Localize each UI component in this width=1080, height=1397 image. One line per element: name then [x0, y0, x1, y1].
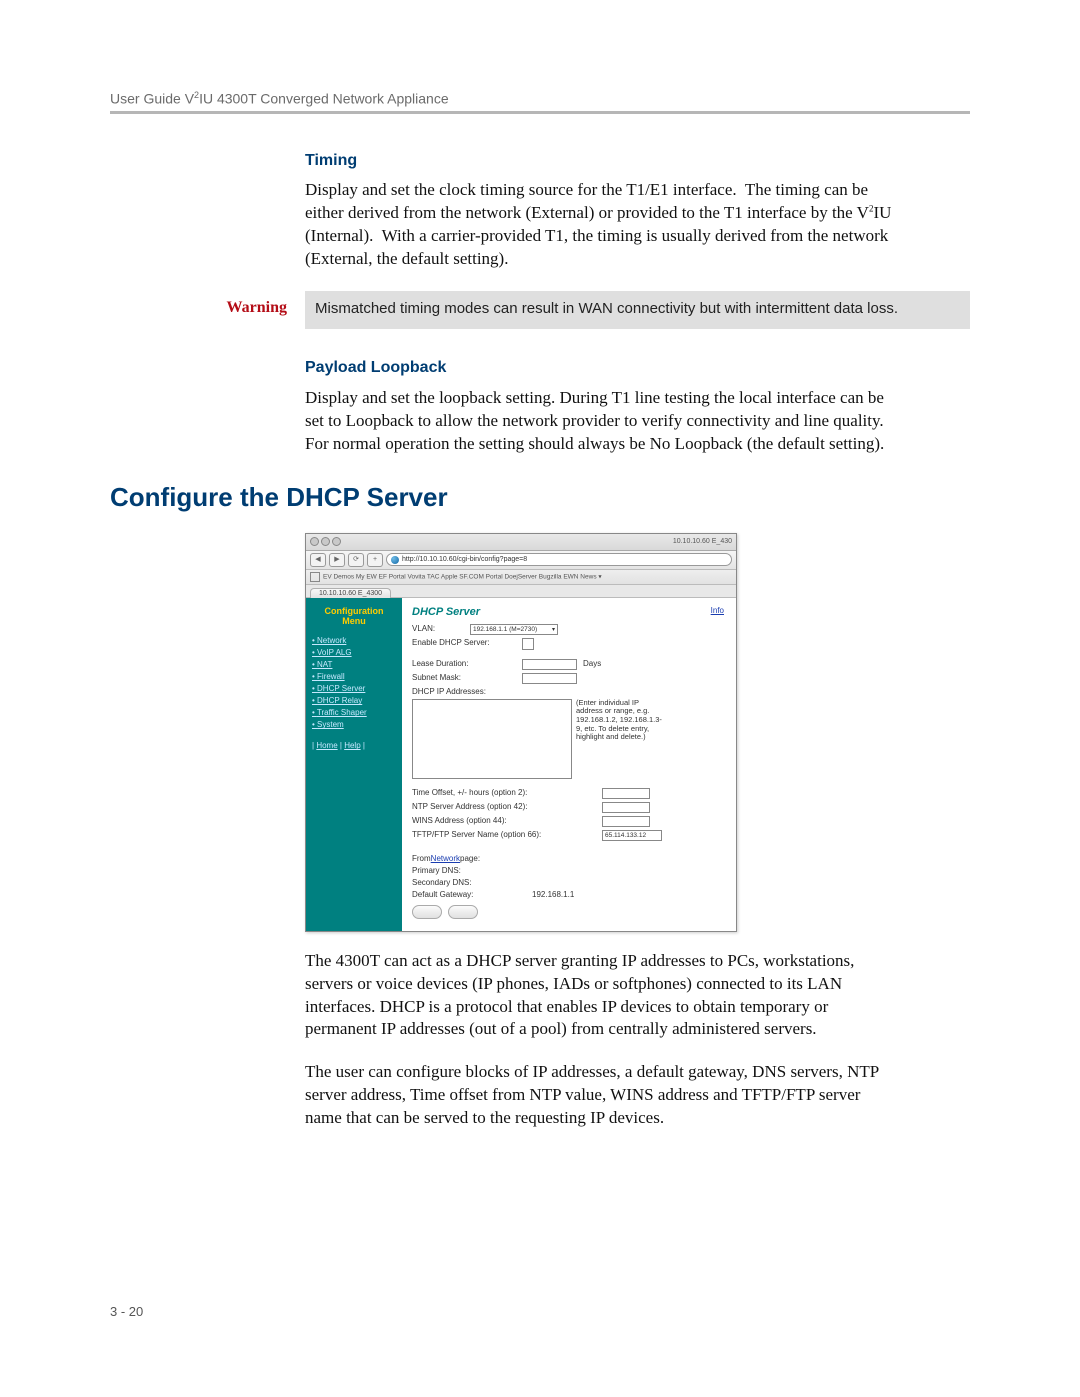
dhcp-body-2: The user can configure blocks of IP addr… — [305, 1061, 895, 1130]
lease-unit: Days — [583, 659, 601, 668]
warning-label: Warning — [110, 291, 305, 317]
bookmarks-bar[interactable]: EV Demos My EW EF Portal Vovita TAC Appl… — [306, 570, 736, 585]
network-page-link[interactable]: Network — [431, 854, 460, 863]
url-text: http://10.10.10.60/cgi-bin/config?page=8 — [402, 556, 527, 563]
lease-label: Lease Duration: — [412, 659, 522, 668]
subnet-input[interactable] — [522, 673, 577, 684]
sidebar-item-nat[interactable]: NAT — [312, 659, 396, 671]
opt66-input[interactable]: 65.114.133.12 — [602, 830, 662, 841]
globe-icon — [391, 556, 399, 564]
gateway-label: Default Gateway: — [412, 890, 532, 899]
payload-body: Display and set the loopback setting. Du… — [305, 387, 895, 456]
info-link[interactable]: Info — [711, 606, 724, 615]
config-main: Info DHCP Server VLAN: 192.168.1.1 (M=27… — [402, 598, 736, 931]
sidebar-footer: | Home | Help | — [312, 741, 396, 750]
subnet-label: Subnet Mask: — [412, 673, 522, 682]
addr-label: DHCP IP Addresses: — [412, 687, 522, 696]
reload-button[interactable]: ⟳ — [348, 553, 364, 567]
opt44-label: WINS Address (option 44): — [412, 816, 602, 825]
warning-box: Mismatched timing modes can result in WA… — [305, 291, 970, 329]
back-button[interactable]: ◀ — [310, 553, 326, 567]
page-number: 3 - 20 — [110, 1304, 143, 1319]
dhcp-heading: Configure the DHCP Server — [110, 482, 970, 513]
sidebar-item-traffic-shaper[interactable]: Traffic Shaper — [312, 707, 396, 719]
from-network-line: From Network page: — [412, 854, 728, 863]
dhcp-body-1: The 4300T can act as a DHCP server grant… — [305, 950, 895, 1042]
opt2-input[interactable] — [602, 788, 650, 799]
sidebar-help-link[interactable]: Help — [344, 741, 360, 750]
embedded-screenshot: 10.10.10.60 E_430 ◀ ▶ ⟳ + http://10.10.1… — [305, 533, 970, 932]
config-sidebar: ConfigurationMenu Network VoIP ALG NAT F… — [306, 598, 402, 931]
sidebar-item-firewall[interactable]: Firewall — [312, 671, 396, 683]
warning-row: Warning Mismatched timing modes can resu… — [110, 291, 970, 329]
browser-titlebar: 10.10.10.60 E_430 — [306, 534, 736, 551]
opt66-label: TFTP/FTP Server Name (option 66): — [412, 830, 602, 839]
opt42-label: NTP Server Address (option 42): — [412, 802, 602, 811]
opt42-input[interactable] — [602, 802, 650, 813]
gateway-value: 192.168.1.1 — [532, 890, 574, 899]
addr-textarea[interactable] — [412, 699, 572, 779]
opt2-label: Time Offset, +/- hours (option 2): — [412, 788, 602, 797]
timing-body: Display and set the clock timing source … — [305, 179, 895, 271]
vlan-select[interactable]: 192.168.1.1 (M=2730)▾ — [470, 624, 558, 635]
zoom-dot-icon[interactable] — [332, 537, 341, 546]
submit-button[interactable] — [412, 905, 442, 919]
reset-button[interactable] — [448, 905, 478, 919]
primary-dns-label: Primary DNS: — [412, 866, 461, 875]
sidebar-item-dhcp-server[interactable]: DHCP Server — [312, 683, 396, 695]
window-controls[interactable] — [310, 537, 341, 546]
add-button[interactable]: + — [367, 553, 383, 567]
minimize-dot-icon[interactable] — [321, 537, 330, 546]
lease-input[interactable] — [522, 659, 577, 670]
page-header: User Guide V2IU 4300T Converged Network … — [110, 90, 970, 114]
forward-button[interactable]: ▶ — [329, 553, 345, 567]
sidebar-item-system[interactable]: System — [312, 719, 396, 731]
enable-checkbox[interactable] — [522, 638, 534, 650]
sidebar-item-network[interactable]: Network — [312, 635, 396, 647]
url-bar[interactable]: http://10.10.10.60/cgi-bin/config?page=8 — [386, 553, 732, 566]
enable-label: Enable DHCP Server: — [412, 638, 522, 647]
sidebar-item-dhcp-relay[interactable]: DHCP Relay — [312, 695, 396, 707]
vlan-label: VLAN: — [412, 624, 470, 633]
opt44-input[interactable] — [602, 816, 650, 827]
secondary-dns-label: Secondary DNS: — [412, 878, 472, 887]
payload-heading: Payload Loopback — [305, 357, 895, 379]
panel-title: DHCP Server — [412, 606, 728, 618]
addr-hint: (Enter individual IP address or range, e… — [576, 699, 666, 742]
browser-toolbar: ◀ ▶ ⟳ + http://10.10.10.60/cgi-bin/confi… — [306, 551, 736, 570]
window-title: 10.10.10.60 E_430 — [673, 538, 732, 545]
sidebar-home-link[interactable]: Home — [316, 741, 337, 750]
timing-heading: Timing — [305, 150, 895, 172]
sidebar-title: ConfigurationMenu — [312, 606, 396, 628]
browser-tab[interactable]: 10.10.10.60 E_4300 — [310, 588, 391, 598]
sidebar-item-voip-alg[interactable]: VoIP ALG — [312, 647, 396, 659]
close-dot-icon[interactable] — [310, 537, 319, 546]
